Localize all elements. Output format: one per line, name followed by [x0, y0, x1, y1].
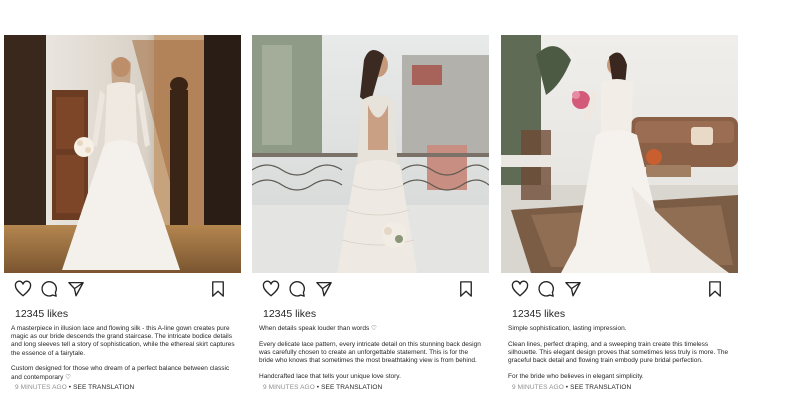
caption-paragraph: Custom designed for those who dream of a… [11, 365, 230, 381]
post-train-bride: 12345 likes Simple sophistication, lasti… [501, 35, 738, 391]
heart-icon[interactable] [511, 280, 529, 298]
bride-on-balcony-image [252, 35, 489, 273]
see-translation-link[interactable]: SEE TRANSLATION [570, 384, 631, 391]
comment-icon[interactable] [537, 280, 555, 298]
instagram-feed: 12345 likes A masterpiece in illusion la… [0, 0, 800, 417]
caption-paragraph: Every delicate lace pattern, every intri… [259, 340, 481, 365]
post-staircase-bride: 12345 likes A masterpiece in illusion la… [4, 35, 241, 391]
paper-plane-icon[interactable] [315, 280, 333, 298]
post-lace-back-bride: 12345 likes When details speak louder th… [252, 35, 489, 391]
post-caption: A masterpiece in illusion lace and flowi… [11, 325, 235, 382]
post-photo[interactable] [501, 35, 738, 273]
caption-paragraph: When details speak louder than words ♡ [259, 325, 377, 332]
heart-icon[interactable] [14, 280, 32, 298]
post-caption: When details speak louder than words ♡ E… [259, 325, 483, 381]
caption-paragraph: Handcrafted lace that tells your unique … [259, 372, 401, 380]
post-actions [252, 278, 489, 306]
bride-on-staircase-image [4, 35, 241, 273]
paper-plane-icon[interactable] [67, 280, 85, 298]
timestamp: 9 MINUTES AGO [263, 384, 315, 391]
post-caption: Simple sophistication, lasting impressio… [508, 325, 732, 381]
bookmark-icon[interactable] [706, 280, 724, 298]
likes-count[interactable]: 12345 likes [263, 308, 489, 322]
post-meta: 9 MINUTES AGO • SEE TRANSLATION [15, 384, 134, 391]
likes-count[interactable]: 12345 likes [15, 308, 241, 322]
caption-paragraph: A masterpiece in illusion lace and flowi… [11, 325, 235, 357]
meta-separator: • [565, 384, 569, 391]
timestamp: 9 MINUTES AGO [512, 384, 564, 391]
bride-in-living-room-image [501, 35, 738, 273]
caption-paragraph: Simple sophistication, lasting impressio… [508, 325, 627, 332]
likes-count[interactable]: 12345 likes [512, 308, 738, 322]
paper-plane-icon[interactable] [564, 280, 582, 298]
see-translation-link[interactable]: SEE TRANSLATION [73, 384, 134, 391]
post-actions [4, 278, 241, 306]
post-meta: 9 MINUTES AGO • SEE TRANSLATION [512, 384, 631, 391]
see-translation-link[interactable]: SEE TRANSLATION [321, 384, 382, 391]
bookmark-icon[interactable] [457, 280, 475, 298]
post-photo[interactable] [4, 35, 241, 273]
post-meta: 9 MINUTES AGO • SEE TRANSLATION [263, 384, 382, 391]
comment-icon[interactable] [40, 280, 58, 298]
caption-paragraph: Clean lines, perfect draping, and a swee… [508, 340, 729, 365]
post-photo[interactable] [252, 35, 489, 273]
meta-separator: • [68, 384, 72, 391]
timestamp: 9 MINUTES AGO [15, 384, 67, 391]
comment-icon[interactable] [288, 280, 306, 298]
meta-separator: • [316, 384, 320, 391]
bookmark-icon[interactable] [209, 280, 227, 298]
caption-paragraph: For the bride who believes in elegant si… [508, 372, 644, 380]
heart-icon[interactable] [262, 280, 280, 298]
post-actions [501, 278, 738, 306]
